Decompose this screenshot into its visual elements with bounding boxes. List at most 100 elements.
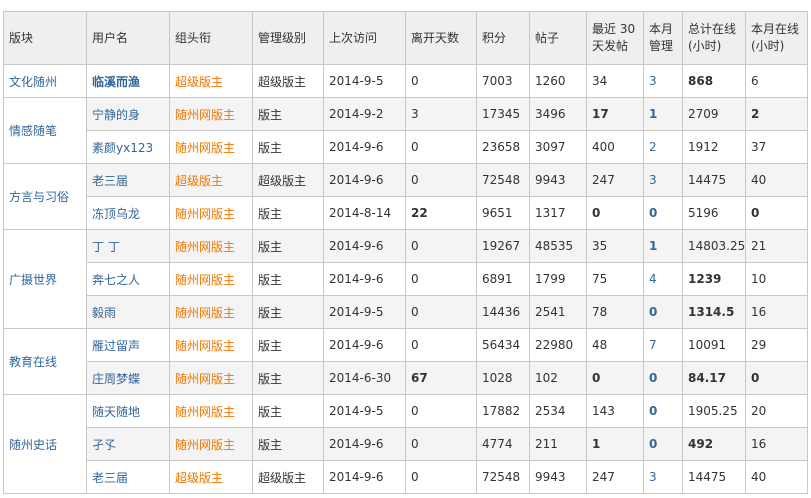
last-visit-cell-text: 2014-9-2 <box>329 107 384 121</box>
last-visit-cell-text: 2014-6-30 <box>329 371 392 385</box>
posts-cell: 3097 <box>529 130 587 164</box>
group-title-cell[interactable]: 随州网版主 <box>169 97 253 131</box>
username-cell-text[interactable]: 随天随地 <box>92 405 140 419</box>
group-title-cell-text[interactable]: 随州网版主 <box>175 240 235 254</box>
credits-cell: 17882 <box>476 394 530 428</box>
last-visit-cell-text: 2014-9-5 <box>329 305 384 319</box>
col-header-last-visit: 上次访问 <box>323 11 406 65</box>
username-cell[interactable]: 孑孓 <box>86 427 170 461</box>
last-visit-cell: 2014-9-6 <box>323 460 406 494</box>
group-title-cell-text[interactable]: 随州网版主 <box>175 405 235 419</box>
username-cell[interactable]: 奔七之人 <box>86 262 170 296</box>
group-title-cell-text[interactable]: 随州网版主 <box>175 273 235 287</box>
group-title-cell[interactable]: 超级版主 <box>169 460 253 494</box>
col-header-month-manage: 本月管理 <box>643 11 683 65</box>
month-manage-cell: 0 <box>643 427 683 461</box>
credits-cell: 17345 <box>476 97 530 131</box>
section-cell[interactable]: 文化随州 <box>3 64 87 98</box>
section-link[interactable]: 方言与习俗 <box>9 190 69 204</box>
section-cell[interactable]: 广摄世界 <box>3 229 87 329</box>
moderator-table: 版块 用户名 组头衔 管理级别 上次访问 离开天数 积分 帖子 最近 30 天发… <box>3 11 808 494</box>
group-title-cell-text[interactable]: 随州网版主 <box>175 306 235 320</box>
admin-level-cell-text: 版主 <box>258 239 283 254</box>
last-visit-cell: 2014-9-6 <box>323 163 406 197</box>
username-cell-text[interactable]: 毅雨 <box>92 306 116 320</box>
section-cell[interactable]: 随州史话 <box>3 394 87 494</box>
username-cell-text[interactable]: 临溪而渔 <box>92 75 140 89</box>
username-cell[interactable]: 临溪而渔 <box>86 64 170 98</box>
section-link[interactable]: 文化随州 <box>9 75 57 89</box>
section-cell[interactable]: 方言与习俗 <box>3 163 87 230</box>
username-cell[interactable]: 丁 丁 <box>86 229 170 263</box>
section-cell[interactable]: 情感随笔 <box>3 97 87 164</box>
last-visit-cell: 2014-9-6 <box>323 262 406 296</box>
group-title-cell[interactable]: 随州网版主 <box>169 262 253 296</box>
last-visit-cell-text: 2014-9-6 <box>329 338 384 352</box>
username-cell[interactable]: 老三届 <box>86 460 170 494</box>
username-cell[interactable]: 随天随地 <box>86 394 170 428</box>
section-cell[interactable]: 教育在线 <box>3 328 87 395</box>
group-title-cell[interactable]: 超级版主 <box>169 163 253 197</box>
section-link[interactable]: 教育在线 <box>9 355 57 369</box>
section-link[interactable]: 随州史话 <box>9 438 57 452</box>
group-title-cell-text[interactable]: 超级版主 <box>175 75 223 89</box>
group-title-cell-text[interactable]: 超级版主 <box>175 471 223 485</box>
table-row: 方言与习俗 老三届 超级版主 超级版主 2014-9-6 0 72548 9943 247 3 14… <box>3 163 808 230</box>
group-title-cell[interactable]: 超级版主 <box>169 64 253 98</box>
username-cell-text[interactable]: 素颜yx123 <box>92 141 153 155</box>
admin-level-cell: 版主 <box>252 262 324 296</box>
username-cell[interactable]: 老三届 <box>86 163 170 197</box>
username-cell-text[interactable]: 孑孓 <box>92 438 116 452</box>
days-away-cell: 0 <box>405 64 477 98</box>
recent-posts-cell: 78 <box>586 295 644 329</box>
group-title-cell[interactable]: 随州网版主 <box>169 295 253 329</box>
username-cell[interactable]: 宁静的身 <box>86 97 170 131</box>
group-title-cell-text[interactable]: 随州网版主 <box>175 108 235 122</box>
section-link[interactable]: 情感随笔 <box>9 124 57 138</box>
username-cell-text[interactable]: 雁过留声 <box>92 339 140 353</box>
username-cell[interactable]: 素颜yx123 <box>86 130 170 164</box>
group-title-cell[interactable]: 随州网版主 <box>169 427 253 461</box>
group-title-cell-text[interactable]: 随州网版主 <box>175 438 235 452</box>
username-cell-text[interactable]: 宁静的身 <box>92 108 140 122</box>
month-online-cell-text: 10 <box>751 272 767 286</box>
group-title-cell[interactable]: 随州网版主 <box>169 130 253 164</box>
admin-level-cell: 超级版主 <box>252 64 324 98</box>
credits-cell: 56434 <box>476 328 530 362</box>
credits-cell-text: 17345 <box>482 107 521 121</box>
group-title-cell-text[interactable]: 随州网版主 <box>175 207 235 221</box>
admin-level-cell-text: 版主 <box>258 272 283 287</box>
username-cell-text[interactable]: 老三届 <box>92 471 128 485</box>
last-visit-cell: 2014-8-14 <box>323 196 406 230</box>
recent-posts-cell-text: 400 <box>592 140 615 154</box>
credits-cell-text: 56434 <box>482 338 521 352</box>
username-cell-text[interactable]: 冻顶乌龙 <box>92 207 140 221</box>
username-cell[interactable]: 雁过留声 <box>86 328 170 362</box>
group-title-cell[interactable]: 随州网版主 <box>169 328 253 362</box>
username-cell[interactable]: 庄周梦蝶 <box>86 361 170 395</box>
username-cell-text[interactable]: 丁 丁 <box>92 240 120 254</box>
username-cell-text[interactable]: 老三届 <box>92 174 128 188</box>
total-online-cell-text: 10091 <box>688 338 727 352</box>
month-online-cell-text: 2 <box>751 107 760 121</box>
group-title-cell-text[interactable]: 随州网版主 <box>175 339 235 353</box>
username-cell-text[interactable]: 奔七之人 <box>92 273 140 287</box>
month-manage-cell: 3 <box>643 460 683 494</box>
admin-level-cell: 版主 <box>252 295 324 329</box>
username-cell[interactable]: 冻顶乌龙 <box>86 196 170 230</box>
group-title-cell-text[interactable]: 随州网版主 <box>175 372 235 386</box>
group-title-cell[interactable]: 随州网版主 <box>169 361 253 395</box>
month-online-cell: 16 <box>745 427 808 461</box>
days-away-cell-text: 0 <box>411 305 419 319</box>
month-manage-cell-text: 1 <box>649 107 658 121</box>
posts-cell: 48535 <box>529 229 587 263</box>
group-title-cell-text[interactable]: 随州网版主 <box>175 141 235 155</box>
group-title-cell[interactable]: 随州网版主 <box>169 196 253 230</box>
posts-cell-text: 3097 <box>535 140 566 154</box>
group-title-cell[interactable]: 随州网版主 <box>169 229 253 263</box>
section-link[interactable]: 广摄世界 <box>9 273 57 287</box>
group-title-cell[interactable]: 随州网版主 <box>169 394 253 428</box>
username-cell-text[interactable]: 庄周梦蝶 <box>92 372 140 386</box>
group-title-cell-text[interactable]: 超级版主 <box>175 174 223 188</box>
username-cell[interactable]: 毅雨 <box>86 295 170 329</box>
